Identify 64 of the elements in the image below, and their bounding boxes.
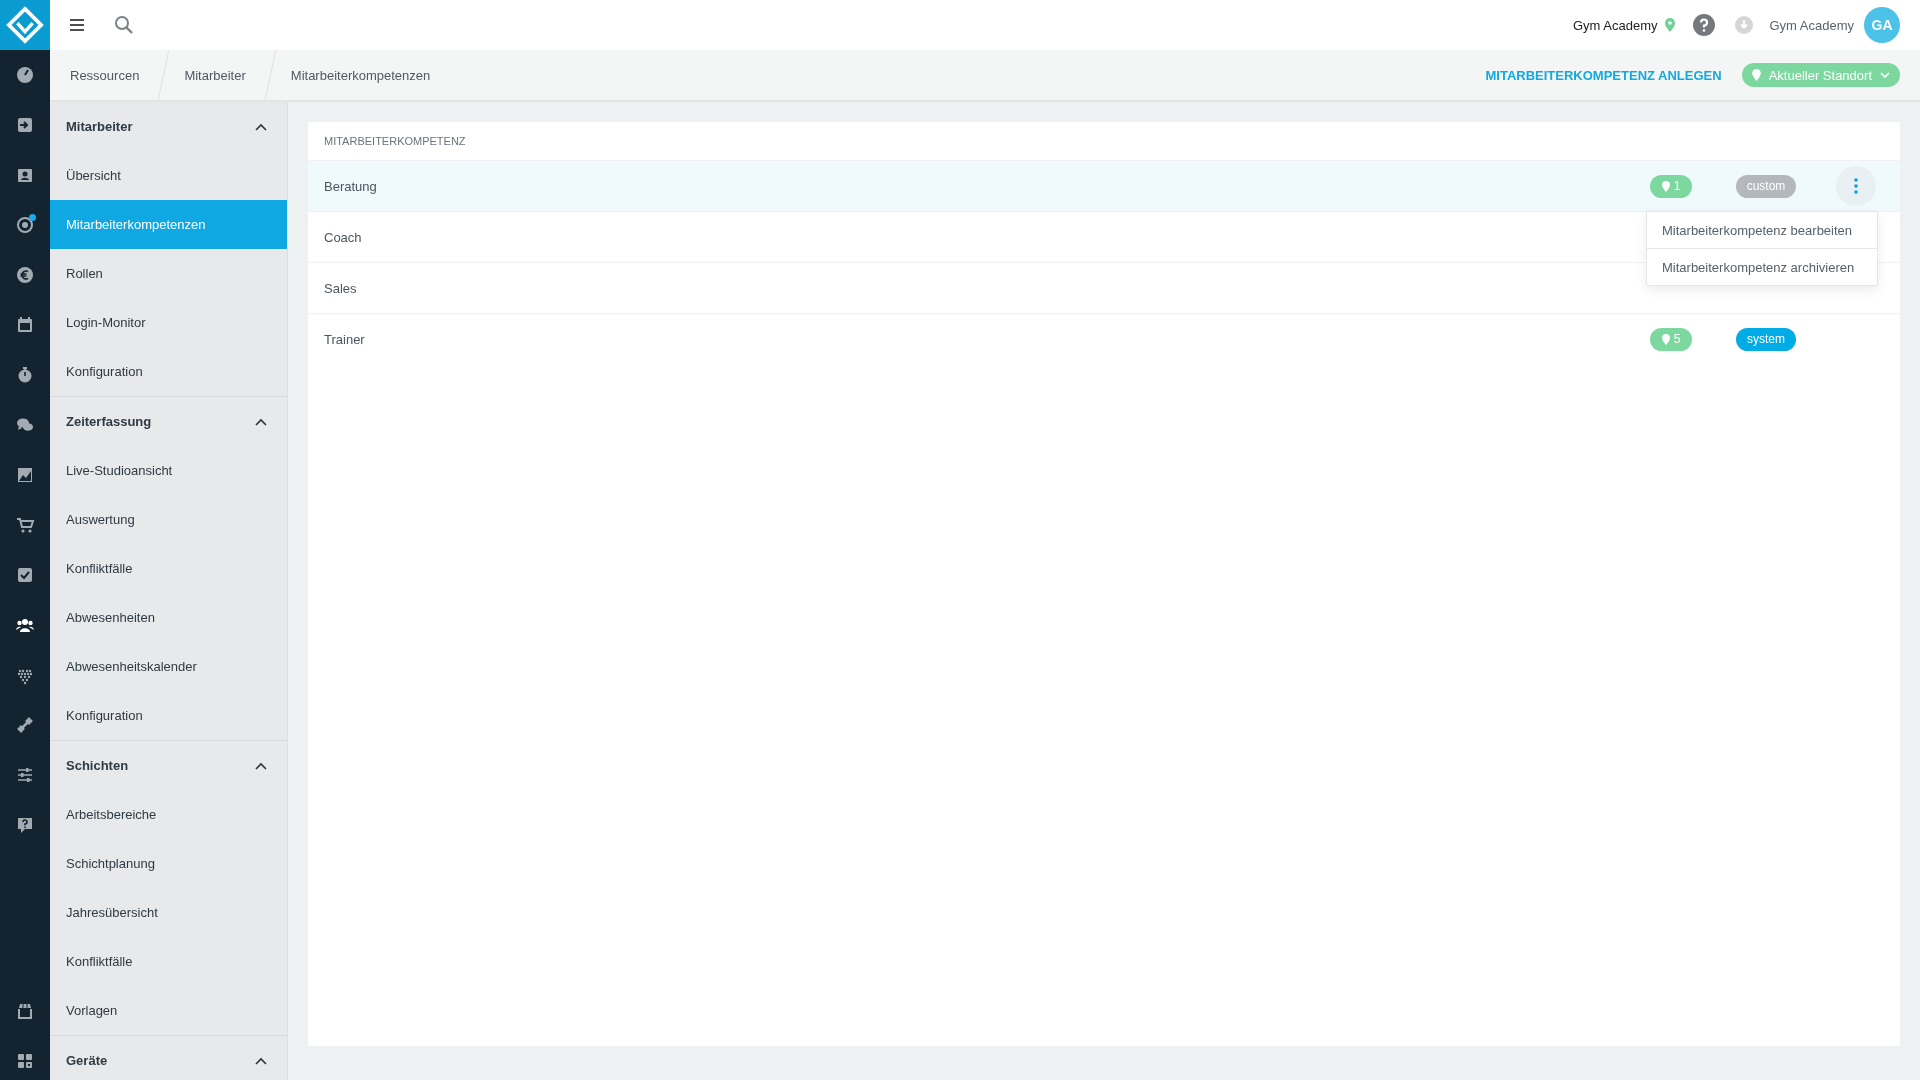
- target-icon[interactable]: [15, 215, 35, 235]
- sidebar-item[interactable]: Auswertung: [50, 495, 287, 544]
- competence-name: Beratung: [324, 178, 377, 194]
- cart-icon[interactable]: [15, 515, 35, 535]
- logo-icon[interactable]: [6, 6, 44, 44]
- section-title[interactable]: Schichten: [66, 758, 129, 773]
- location-pin-icon: [1665, 18, 1676, 32]
- section-header[interactable]: Schichten: [50, 741, 287, 790]
- sliders-icon[interactable]: [15, 765, 35, 785]
- table-row[interactable]: Trainer 5 system: [308, 313, 1900, 364]
- chevron-icon[interactable]: [255, 417, 267, 426]
- menu-item[interactable]: Mitarbeiterkompetenz bearbeiten: [1647, 212, 1877, 249]
- column-header: MITARBEITERKOMPETENZ: [323, 134, 467, 149]
- euro-icon[interactable]: [15, 265, 35, 285]
- sign-in-icon[interactable]: [15, 115, 35, 135]
- section-title[interactable]: Mitarbeiter: [66, 119, 133, 134]
- section-header[interactable]: Mitarbeiter: [50, 102, 287, 151]
- help-bubble-icon[interactable]: [15, 815, 35, 835]
- sidebar-item[interactable]: Konfliktfälle: [50, 544, 287, 593]
- competence-name: Trainer: [324, 331, 365, 347]
- location-pin-icon: [1661, 333, 1670, 345]
- grid-icon[interactable]: [15, 1051, 35, 1071]
- section-header[interactable]: Geräte: [50, 1036, 287, 1080]
- sidebar-item[interactable]: Konfiguration: [50, 347, 287, 396]
- sidebar-item[interactable]: Jahresübersicht: [50, 888, 287, 937]
- location-name[interactable]: Gym Academy: [1572, 17, 1658, 33]
- sidebar-item[interactable]: Abwesenheiten: [50, 593, 287, 642]
- competence-name: Coach: [324, 229, 362, 245]
- chevron-icon[interactable]: [255, 1056, 267, 1065]
- location-pin-icon: [1661, 180, 1670, 192]
- chevron-icon[interactable]: [255, 761, 267, 770]
- section-title[interactable]: Zeiterfassung: [66, 414, 152, 429]
- chevron-icon[interactable]: [255, 122, 267, 131]
- menu-icon[interactable]: [68, 16, 86, 34]
- chart-image-icon[interactable]: [15, 465, 35, 485]
- type-tag: custom: [1736, 174, 1796, 198]
- sidebar-item[interactable]: Live-Studioansicht: [50, 446, 287, 495]
- search-icon[interactable]: [114, 15, 134, 35]
- checkbox-icon[interactable]: [15, 565, 35, 585]
- sidebar-item[interactable]: Abwesenheitskalender: [50, 642, 287, 691]
- more-icon[interactable]: [1854, 178, 1858, 194]
- user-name[interactable]: Gym Academy: [1769, 17, 1854, 33]
- type-tag: system: [1736, 327, 1796, 351]
- section-header[interactable]: Zeiterfassung: [50, 397, 287, 446]
- breadcrumb[interactable]: Ressourcen: [50, 67, 164, 83]
- dumbbell-icon[interactable]: [15, 715, 35, 735]
- help-icon[interactable]: [1693, 14, 1716, 36]
- sidebar-item[interactable]: Schichtplanung: [50, 839, 287, 888]
- sidebar-item[interactable]: Übersicht: [50, 151, 287, 200]
- gauge-icon[interactable]: [15, 65, 35, 85]
- sidebar-item[interactable]: Vorlagen: [50, 986, 287, 1035]
- sidebar-item[interactable]: Rollen: [50, 249, 287, 298]
- section-title[interactable]: Geräte: [66, 1053, 108, 1068]
- sidebar-item[interactable]: Konfliktfälle: [50, 937, 287, 986]
- location-pin-icon: [1751, 69, 1761, 81]
- store-icon[interactable]: [15, 1001, 35, 1021]
- breadcrumb[interactable]: Mitarbeiterkompetenzen: [270, 67, 455, 83]
- location-count-badge: 1: [1650, 174, 1692, 198]
- sidebar-item[interactable]: Arbeitsbereiche: [50, 790, 287, 839]
- calendar-icon[interactable]: [15, 315, 35, 335]
- breadcrumb[interactable]: Mitarbeiter: [164, 67, 270, 83]
- location-count-badge: 5: [1650, 327, 1692, 351]
- sidebar-item[interactable]: Login-Monitor: [50, 298, 287, 347]
- sidebar-item[interactable]: Konfiguration: [50, 691, 287, 740]
